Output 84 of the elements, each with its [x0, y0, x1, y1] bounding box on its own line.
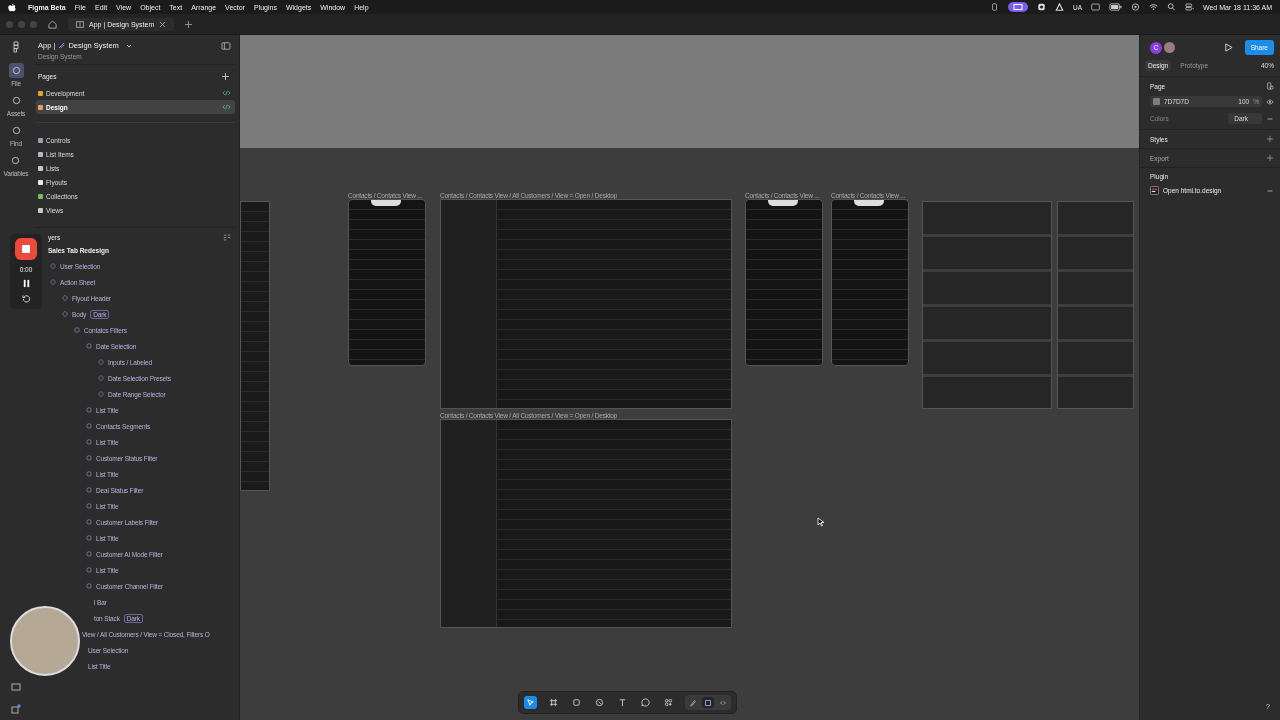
circle-icon	[86, 567, 92, 573]
sidebar-toggle-icon[interactable]	[221, 41, 231, 50]
circle-icon	[86, 583, 92, 589]
circle-icon	[86, 343, 92, 349]
pointer-icon	[526, 698, 535, 707]
home-icon[interactable]	[48, 19, 57, 29]
circle-icon	[86, 535, 92, 541]
mode-button[interactable]	[702, 697, 714, 708]
plugin-icon	[1150, 186, 1159, 195]
pause-icon[interactable]	[21, 279, 31, 288]
rail-icon	[11, 156, 21, 165]
add-page-icon[interactable]	[222, 73, 229, 80]
diamond-icon	[98, 391, 104, 397]
mode-button[interactable]	[687, 697, 699, 708]
layout-icon[interactable]	[11, 704, 21, 714]
rail-icon	[11, 126, 21, 135]
pen-icon	[595, 698, 604, 707]
diamond-icon	[62, 311, 68, 317]
tool-button[interactable]	[547, 696, 560, 709]
apple-icon[interactable]	[8, 2, 16, 12]
component-cards-thumbnail[interactable]	[1057, 201, 1134, 409]
brush-icon	[689, 698, 697, 707]
circle-icon	[86, 487, 92, 493]
circle-icon	[86, 519, 92, 525]
color-swatch	[1153, 98, 1160, 105]
restart-icon[interactable]	[21, 294, 31, 303]
triangle-icon[interactable]	[1054, 3, 1064, 11]
play-circle-icon[interactable]	[1131, 3, 1140, 11]
diamond-icon	[98, 359, 104, 365]
add-icon[interactable]	[1266, 135, 1274, 143]
diamond-icon	[62, 295, 68, 301]
app-screen-thumbnail[interactable]	[831, 199, 909, 366]
add-icon[interactable]	[1266, 154, 1274, 162]
rail-icon	[11, 66, 21, 75]
circle-icon	[86, 503, 92, 509]
toggle-icon[interactable]	[1185, 3, 1194, 11]
stop-recording-button[interactable]	[15, 238, 37, 260]
tool-button[interactable]	[570, 696, 583, 709]
circle-icon	[86, 455, 92, 461]
comment-icon	[641, 698, 650, 707]
circle-icon	[86, 471, 92, 477]
play-icon[interactable]	[1223, 43, 1233, 52]
circle-icon	[86, 423, 92, 429]
hash-icon	[549, 698, 558, 707]
avatar-placeholder[interactable]	[1164, 42, 1175, 53]
cursor-icon	[817, 517, 825, 527]
battery-icon[interactable]	[1109, 3, 1122, 11]
app-screen-thumbnail[interactable]	[240, 201, 270, 491]
caret-icon[interactable]	[125, 43, 132, 48]
tool-button[interactable]	[524, 696, 537, 709]
square-icon[interactable]	[1036, 3, 1046, 11]
circle-icon	[74, 327, 80, 333]
square-icon	[572, 698, 581, 707]
panel-icon[interactable]	[11, 682, 21, 692]
diamond-icon	[50, 263, 56, 269]
tool-button[interactable]	[639, 696, 652, 709]
window-icon[interactable]	[1091, 3, 1100, 11]
eye-icon[interactable]	[1266, 97, 1274, 106]
tool-button[interactable]	[662, 696, 675, 709]
display-icon[interactable]	[1007, 2, 1028, 12]
text-tool-icon	[618, 698, 627, 707]
close-icon[interactable]	[159, 20, 167, 28]
diamond-icon	[50, 279, 56, 285]
app-screen-thumbnail[interactable]	[348, 199, 426, 366]
swatch-library-icon[interactable]	[1266, 82, 1274, 90]
rail-icon	[11, 96, 21, 105]
sparkle-icon	[58, 42, 66, 49]
circle-icon	[86, 407, 92, 413]
component-cards-thumbnail[interactable]	[922, 201, 1052, 409]
circle-icon	[86, 551, 92, 557]
search-icon[interactable]	[1167, 3, 1176, 11]
wifi-icon[interactable]	[1149, 3, 1158, 11]
app-screen-thumbnail[interactable]	[440, 419, 732, 628]
book-icon	[76, 20, 84, 28]
list-view-icon[interactable]	[223, 234, 231, 241]
tool-button[interactable]	[593, 696, 606, 709]
diamond-icon	[98, 375, 104, 381]
rail-button[interactable]	[8, 63, 24, 78]
app-screen-thumbnail[interactable]	[745, 199, 823, 366]
circle-icon	[86, 439, 92, 445]
add-tab-icon[interactable]	[185, 20, 193, 28]
app-screen-thumbnail[interactable]	[440, 199, 732, 409]
design-icon	[704, 698, 712, 707]
actions-icon	[664, 698, 673, 707]
